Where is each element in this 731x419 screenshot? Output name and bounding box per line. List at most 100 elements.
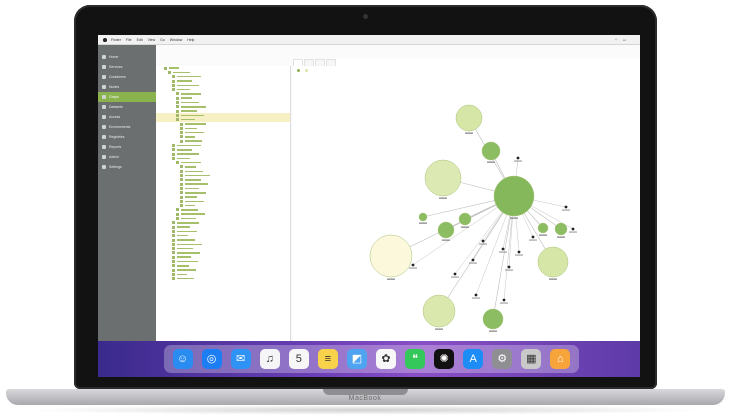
openai-icon[interactable]: ✺ xyxy=(434,349,455,369)
home-icon[interactable]: ⌂ xyxy=(550,349,571,369)
graph-node-n10[interactable] xyxy=(554,222,568,236)
graph-node-n3[interactable] xyxy=(369,234,413,278)
photos-icon[interactable]: ✿ xyxy=(375,349,396,369)
graph-leaf-node[interactable] xyxy=(516,156,520,160)
menu-item-help[interactable]: Help xyxy=(187,38,194,42)
graph-node-n11[interactable] xyxy=(537,222,549,234)
graph-leaf-node[interactable] xyxy=(517,250,521,254)
graph-leaf-node[interactable] xyxy=(502,298,506,302)
folder-icon xyxy=(172,272,175,276)
calendar-icon[interactable]: 5 xyxy=(288,349,309,369)
tree-row[interactable] xyxy=(156,277,290,281)
graph-leaf-label xyxy=(529,239,537,241)
graph-leaf-node[interactable] xyxy=(564,205,568,209)
graph-leaf-label xyxy=(569,231,577,233)
messages-icon[interactable]: ❝ xyxy=(405,349,426,369)
sidebar-item-access[interactable]: Access xyxy=(98,112,156,122)
graph-node-label xyxy=(465,132,473,134)
system-settings-icon[interactable]: ⚙ xyxy=(492,349,513,369)
graph-node-n5[interactable] xyxy=(422,294,456,328)
sidebar-item-home[interactable]: Home xyxy=(98,52,156,62)
graph-leaf-node[interactable] xyxy=(531,235,535,239)
notes-icon[interactable]: ≡ xyxy=(317,349,338,369)
graph-leaf-node[interactable] xyxy=(453,272,457,276)
safari-icon[interactable]: ◎ xyxy=(201,349,222,369)
tree-row-label xyxy=(185,140,202,142)
graph-leaf-node[interactable] xyxy=(571,227,575,231)
menu-item-window[interactable]: Window xyxy=(170,38,182,42)
folder-icon xyxy=(172,255,175,259)
tree-row-label xyxy=(185,127,197,130)
music-icon[interactable]: ♫ xyxy=(259,349,280,369)
network-graph[interactable] xyxy=(293,59,640,341)
folder-icon xyxy=(180,195,183,199)
graph-leaf-label xyxy=(451,276,459,278)
graph-leaf-label xyxy=(514,160,522,162)
graph-node-n2[interactable] xyxy=(424,159,462,197)
graph-leaf-label xyxy=(409,267,417,269)
tree-row-label xyxy=(177,260,198,263)
folder-icon xyxy=(176,92,179,96)
graph-node-n6[interactable] xyxy=(481,141,501,161)
wifi-icon[interactable]: ◠ xyxy=(615,38,618,42)
graph-node-label xyxy=(461,226,469,228)
graph-node-label xyxy=(510,217,518,219)
menu-item-app[interactable]: Finder xyxy=(111,38,121,42)
graph-node-n9[interactable] xyxy=(418,212,428,222)
sidebar-item-label: Home xyxy=(109,55,119,59)
sidebar-item-label: Environments xyxy=(109,125,131,129)
tree-row-label xyxy=(177,149,192,151)
graph-node-hub[interactable] xyxy=(493,175,535,217)
graph-node-label xyxy=(439,197,447,199)
archive-icon[interactable]: ▦ xyxy=(521,349,542,369)
sidebar-item-environments[interactable]: Environments xyxy=(98,122,156,132)
apple-icon[interactable] xyxy=(103,37,107,42)
sidebar-item-registries[interactable]: Registries xyxy=(98,132,156,142)
graph-leaf-node[interactable] xyxy=(507,265,511,269)
folder-icon xyxy=(176,208,179,212)
graph-node-n1[interactable] xyxy=(455,104,483,132)
folder-icon xyxy=(180,135,183,139)
sidebar: Home Services Containers Nodes Graph Dat… xyxy=(98,45,156,341)
menu-item-view[interactable]: View xyxy=(148,38,156,42)
graph-node-n4[interactable] xyxy=(537,246,569,278)
app-store-icon[interactable]: A xyxy=(463,349,484,369)
sidebar-item-settings[interactable]: Settings xyxy=(98,162,156,172)
sidebar-item-label: Admin xyxy=(109,155,119,159)
graph-node-n8[interactable] xyxy=(458,212,472,226)
tree-row-label xyxy=(177,247,193,250)
sidebar-item-graph[interactable]: Graph xyxy=(98,92,156,102)
sidebar-item-services[interactable]: Services xyxy=(98,62,156,72)
graph-leaf-node[interactable] xyxy=(471,258,475,262)
graph-node-n7[interactable] xyxy=(437,221,455,239)
tree-row-label xyxy=(185,166,196,168)
mail-icon[interactable]: ✉ xyxy=(230,349,251,369)
graph-leaf-node[interactable] xyxy=(501,247,505,251)
folder-icon xyxy=(176,105,179,109)
preview-icon[interactable]: ◩ xyxy=(346,349,367,369)
tree-row-label xyxy=(177,222,199,224)
sidebar-item-label: Settings xyxy=(109,165,122,169)
sidebar-item-nodes[interactable]: Nodes xyxy=(98,82,156,92)
sidebar-item-reports[interactable]: Reports xyxy=(98,142,156,152)
graph-leaf-node[interactable] xyxy=(411,263,415,267)
graph-node-n12[interactable] xyxy=(482,308,504,330)
tree-row-label xyxy=(181,93,201,95)
tree-row-label xyxy=(185,183,208,185)
sidebar-item-containers[interactable]: Containers xyxy=(98,72,156,82)
menu-item-edit[interactable]: Edit xyxy=(137,38,143,42)
tree-row-label xyxy=(185,170,203,173)
sidebar-item-datasets[interactable]: Datasets xyxy=(98,102,156,112)
graph-leaf-node[interactable] xyxy=(474,293,478,297)
folder-icon xyxy=(172,251,175,255)
graph-leaf-node[interactable] xyxy=(481,239,485,243)
menu-item-go[interactable]: Go xyxy=(160,38,165,42)
menu-item-file[interactable]: File xyxy=(126,38,132,42)
battery-icon[interactable]: ▭ xyxy=(623,38,626,42)
sidebar-item-label: Nodes xyxy=(109,85,120,89)
sidebar-item-admin[interactable]: Admin xyxy=(98,152,156,162)
tree-row-label xyxy=(181,97,192,99)
graph-node-label xyxy=(435,328,443,330)
finder-icon[interactable]: ☺ xyxy=(172,349,193,369)
folder-icon xyxy=(172,152,175,156)
